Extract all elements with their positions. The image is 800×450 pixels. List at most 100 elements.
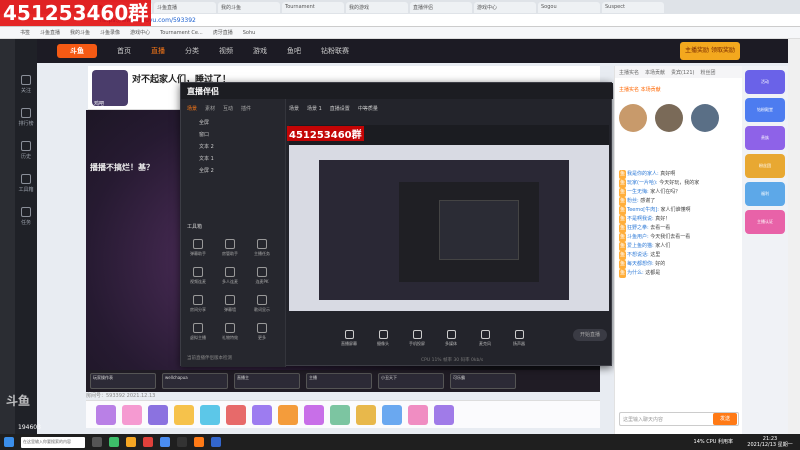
promo-tile[interactable]: 福利 — [745, 182, 785, 206]
browser-tab[interactable]: 游戏中心 — [474, 1, 536, 13]
scene-item[interactable]: 全屏 2 — [181, 165, 286, 177]
tool-lyrics[interactable]: 歌词显示 — [249, 295, 275, 313]
browser-tab[interactable]: Suspect — [602, 1, 664, 13]
screen-capture-button[interactable]: 直播屏幕 — [337, 329, 361, 347]
bookmark[interactable]: Sohu — [243, 30, 256, 36]
toolbox-icon[interactable] — [21, 174, 31, 184]
nav-item-games[interactable]: 游戏 — [253, 46, 267, 56]
bookmark[interactable]: 我的斗鱼 — [70, 29, 90, 36]
browser-tab[interactable]: 斗鱼直播 — [154, 1, 216, 13]
browser-tab[interactable]: Tournament — [282, 1, 344, 13]
tab-vip[interactable]: 贵宾(121) — [671, 69, 694, 76]
gift-icon[interactable] — [148, 404, 168, 425]
tool-share[interactable]: 房间分享 — [185, 295, 211, 313]
taskview-icon[interactable] — [92, 437, 102, 447]
chat-username[interactable]: 为什么: — [627, 270, 644, 276]
bookmark[interactable]: Tournament Ce... — [160, 30, 203, 36]
scene-header-item[interactable]: 中等质量 — [358, 105, 378, 112]
tool-vtuber[interactable]: 虚拟主播 — [185, 323, 211, 341]
bookmark[interactable]: 斗鱼录像 — [100, 29, 120, 36]
nav-item-live[interactable]: 直播 — [151, 46, 165, 56]
game-card[interactable]: 小丑天下 — [378, 373, 444, 389]
tool-more[interactable]: 更多 — [249, 323, 275, 341]
chat-username[interactable]: 不是啊我说: — [627, 216, 654, 222]
tool-pk[interactable]: 连麦PK — [249, 267, 275, 285]
page-scrollbar[interactable] — [788, 39, 800, 434]
fan-avatar[interactable] — [655, 104, 683, 132]
gift-icon[interactable] — [330, 404, 350, 425]
scene-item[interactable]: 文本 1 — [181, 153, 286, 165]
app-icon[interactable] — [177, 437, 187, 447]
tab-assets[interactable]: 素材 — [205, 105, 215, 112]
gift-icon[interactable] — [304, 404, 324, 425]
gift-icon[interactable] — [226, 404, 246, 425]
chat-username[interactable]: 狂野之拳: — [627, 225, 649, 231]
broadcast-companion-window[interactable]: 直播伴侣 场景 素材 互动 插件 全屏 窗口 文本 2 文本 1 全屏 2 工具… — [180, 82, 613, 367]
mic-button[interactable]: 麦克风 — [473, 329, 497, 347]
nav-item-yuba[interactable]: 鱼吧 — [287, 46, 301, 56]
browser-tab[interactable]: Sogou — [538, 1, 600, 13]
game-card[interactable]: 可乐霸 — [450, 373, 516, 389]
tool-task[interactable]: 主播任务 — [249, 239, 275, 257]
scene-item[interactable]: 窗口 — [181, 129, 286, 141]
bookmark[interactable]: 虎牙直播 — [213, 29, 233, 36]
start-icon[interactable] — [4, 437, 14, 447]
game-card[interactable]: 玩家操作表 — [90, 373, 156, 389]
game-card[interactable]: wellchapua — [162, 373, 228, 389]
promo-tile[interactable]: 活动 — [745, 70, 785, 94]
start-broadcast-button[interactable]: 开始直播 — [573, 329, 607, 341]
game-card[interactable]: 主播 — [306, 373, 372, 389]
app-icon[interactable] — [143, 437, 153, 447]
tab-contribution[interactable]: 本场贡献 — [645, 69, 665, 76]
phone-cast-button[interactable]: 手机投屏 — [405, 329, 429, 347]
tool-danmu-wall[interactable]: 弹幕墙 — [217, 295, 243, 313]
system-clock[interactable]: 21:23 2021/12/13 星期一 — [740, 436, 800, 448]
promo-tile[interactable]: 主播认证 — [745, 210, 785, 234]
tool-gift-fx[interactable]: 礼物特效 — [217, 323, 243, 341]
nav-item-league[interactable]: 钻粉联赛 — [321, 46, 349, 56]
gift-icon[interactable] — [278, 404, 298, 425]
scene-item[interactable]: 文本 2 — [181, 141, 286, 153]
speaker-button[interactable]: 扬声器 — [507, 329, 531, 347]
rank-icon[interactable] — [21, 108, 31, 118]
scene-header-item[interactable]: 场景 1 — [307, 105, 322, 112]
gift-icon[interactable] — [252, 404, 272, 425]
chat-username[interactable]: 斗鱼用户: — [627, 234, 649, 240]
promo-button[interactable]: 主播奖励 领取奖励 — [680, 42, 740, 60]
bookmark[interactable]: 书签 — [20, 29, 30, 36]
task-icon[interactable] — [21, 207, 31, 217]
camera-button[interactable]: 摄像头 — [371, 329, 395, 347]
app-icon[interactable] — [211, 437, 221, 447]
tool-multi-link[interactable]: 多人连麦 — [217, 267, 243, 285]
media-button[interactable]: 多媒体 — [439, 329, 463, 347]
promo-tile[interactable]: 粉丝团 — [745, 154, 785, 178]
gift-icon[interactable] — [434, 404, 454, 425]
bookmark[interactable]: 游戏中心 — [130, 29, 150, 36]
chat-username[interactable]: 我是你的家人: — [627, 171, 659, 177]
chat-username[interactable]: 玩家(一片哈): — [627, 180, 658, 186]
promo-tile[interactable]: 钻粉殿堂 — [745, 98, 785, 122]
scene-header-item[interactable]: 直播设置 — [330, 105, 350, 112]
gift-icon[interactable] — [174, 404, 194, 425]
tab-scene[interactable]: 场景 — [187, 105, 197, 112]
fan-avatar[interactable] — [619, 104, 647, 132]
game-card[interactable]: 直播主 — [234, 373, 300, 389]
nav-item-video[interactable]: 视频 — [219, 46, 233, 56]
fan-avatar[interactable] — [691, 104, 719, 132]
follow-icon[interactable] — [21, 75, 31, 85]
nav-item-home[interactable]: 首页 — [117, 46, 131, 56]
preview-canvas[interactable] — [289, 125, 609, 311]
gift-icon[interactable] — [408, 404, 428, 425]
streamer-name[interactable]: 鸡吧 — [94, 100, 104, 107]
send-button[interactable]: 发送 — [713, 413, 737, 425]
chat-username[interactable]: 粉丝: — [627, 198, 639, 204]
gift-icon[interactable] — [200, 404, 220, 425]
tab-interact[interactable]: 互动 — [223, 105, 233, 112]
app-icon[interactable] — [194, 437, 204, 447]
companion-titlebar[interactable]: 直播伴侣 — [181, 83, 613, 99]
chat-username[interactable]: 一生无悔: — [627, 189, 649, 195]
history-icon[interactable] — [21, 141, 31, 151]
tab-verified[interactable]: 主播实名 — [619, 69, 639, 76]
browser-tab[interactable]: 直播伴侣 — [410, 1, 472, 13]
browser-tab[interactable]: 我的游戏 — [346, 1, 408, 13]
